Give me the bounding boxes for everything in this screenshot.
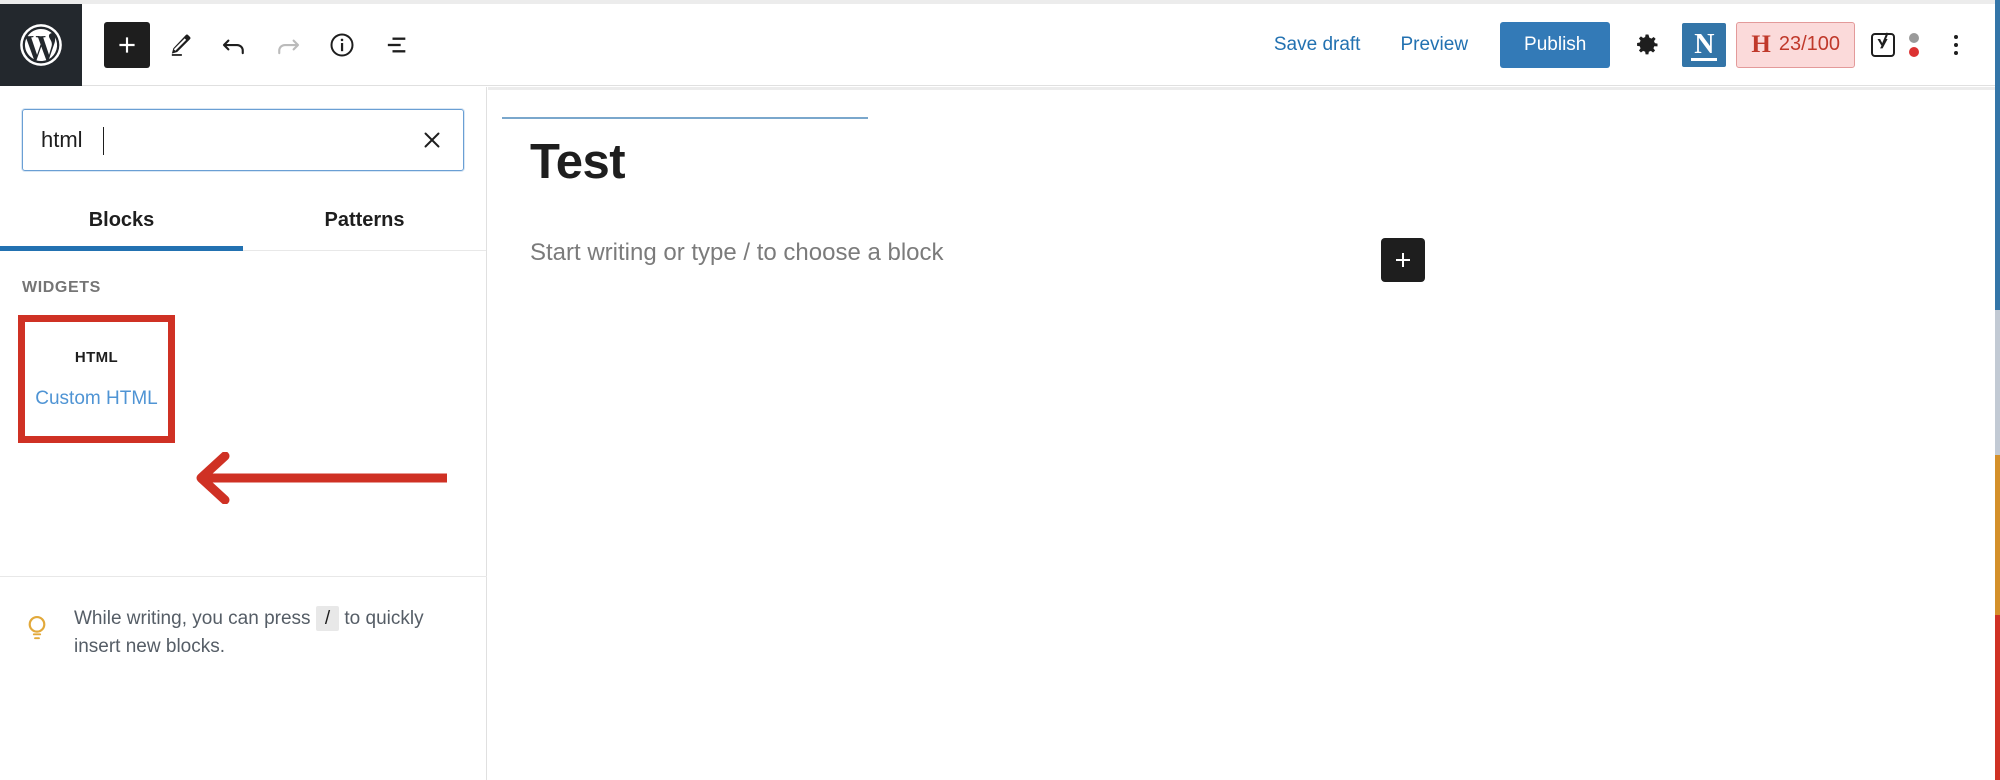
edit-mode-tool[interactable] xyxy=(156,21,204,69)
seo-badge-score: 23/100 xyxy=(1778,33,1840,55)
save-draft-button[interactable]: Save draft xyxy=(1254,24,1381,66)
kebab-dot xyxy=(1954,34,1958,39)
wordpress-block-editor: Save draft Preview Publish N H 23/100 ht… xyxy=(0,0,2000,780)
yoast-seo-button[interactable] xyxy=(1871,27,1920,63)
tip-text-before: While writing, you can press xyxy=(74,608,311,629)
list-view-icon xyxy=(387,37,406,52)
undo-arrow-icon xyxy=(222,39,244,54)
canvas-top-divider xyxy=(488,87,2000,90)
preview-button[interactable]: Preview xyxy=(1380,24,1488,66)
newsletter-plugin-badge[interactable]: N xyxy=(1682,22,1727,67)
right-edge-strip xyxy=(1995,0,2000,780)
edge-strip-segment xyxy=(1995,455,2000,615)
block-item-label: Custom HTML xyxy=(35,387,158,409)
search-input[interactable] xyxy=(23,127,406,153)
close-x-icon xyxy=(424,132,440,148)
publish-button[interactable]: Publish xyxy=(1500,21,1611,68)
block-inserter-panel: Blocks Patterns WIDGETS HTML Custom HTML xyxy=(0,87,487,780)
inserter-tabs: Blocks Patterns xyxy=(0,195,486,251)
edge-strip-segment xyxy=(1995,615,2000,780)
post-title[interactable]: Test xyxy=(530,134,626,190)
kebab-dot xyxy=(1954,50,1958,55)
search-container xyxy=(0,87,486,171)
block-item-custom-html[interactable]: HTML Custom HTML xyxy=(18,315,175,443)
search-box[interactable] xyxy=(22,109,464,171)
editor-header: Save draft Preview Publish N H 23/100 xyxy=(0,3,2000,86)
plus-icon xyxy=(119,36,135,53)
list-view-button[interactable] xyxy=(372,21,420,69)
settings-button[interactable] xyxy=(1624,22,1670,68)
lightbulb-icon xyxy=(22,605,52,660)
tip-keyboard-key: / xyxy=(315,606,340,631)
redo-arrow-icon xyxy=(278,39,300,54)
n-badge-underline xyxy=(1691,57,1718,61)
text-caret xyxy=(103,127,104,155)
undo-button[interactable] xyxy=(210,21,258,69)
seo-badge-letter: H xyxy=(1751,30,1771,58)
more-options-button[interactable] xyxy=(1934,22,1978,68)
edge-strip-segment xyxy=(1995,0,2000,310)
canvas-add-block-button[interactable] xyxy=(1381,238,1425,282)
html-block-icon: HTML xyxy=(74,348,119,366)
seo-score-badge[interactable]: H 23/100 xyxy=(1736,21,1855,68)
active-tab-underline xyxy=(0,246,243,251)
yoast-status-dots-icon xyxy=(1909,32,1919,57)
tip-text: While writing, you can press / to quickl… xyxy=(74,605,457,660)
clear-search-button[interactable] xyxy=(406,114,458,166)
add-block-toggle[interactable] xyxy=(104,21,150,68)
header-right-tools: Save draft Preview Publish N H 23/100 xyxy=(1254,21,2000,68)
tip-divider xyxy=(0,576,487,577)
block-selection-rule xyxy=(502,117,868,119)
details-button[interactable] xyxy=(318,21,366,69)
plus-icon xyxy=(1396,253,1410,267)
edge-strip-segment xyxy=(1995,310,2000,455)
header-left-tools xyxy=(104,21,420,69)
block-category-label: WIDGETS xyxy=(22,279,101,296)
gear-icon xyxy=(1637,34,1658,54)
wordpress-logo-icon[interactable] xyxy=(0,3,82,86)
kebab-dot xyxy=(1954,42,1958,47)
pencil-icon xyxy=(171,34,191,56)
tab-patterns[interactable]: Patterns xyxy=(243,195,486,250)
yoast-seo-icon xyxy=(1871,32,1895,57)
paragraph-placeholder[interactable]: Start writing or type / to choose a bloc… xyxy=(530,239,944,267)
editor-canvas: Test Start writing or type / to choose a… xyxy=(488,87,2000,780)
inserter-tip: While writing, you can press / to quickl… xyxy=(0,587,487,678)
info-circle-icon xyxy=(330,33,354,56)
redo-button[interactable] xyxy=(264,21,312,69)
tab-blocks[interactable]: Blocks xyxy=(0,195,243,250)
block-results-grid: HTML Custom HTML xyxy=(0,297,486,467)
n-badge-label: N xyxy=(1694,28,1715,60)
